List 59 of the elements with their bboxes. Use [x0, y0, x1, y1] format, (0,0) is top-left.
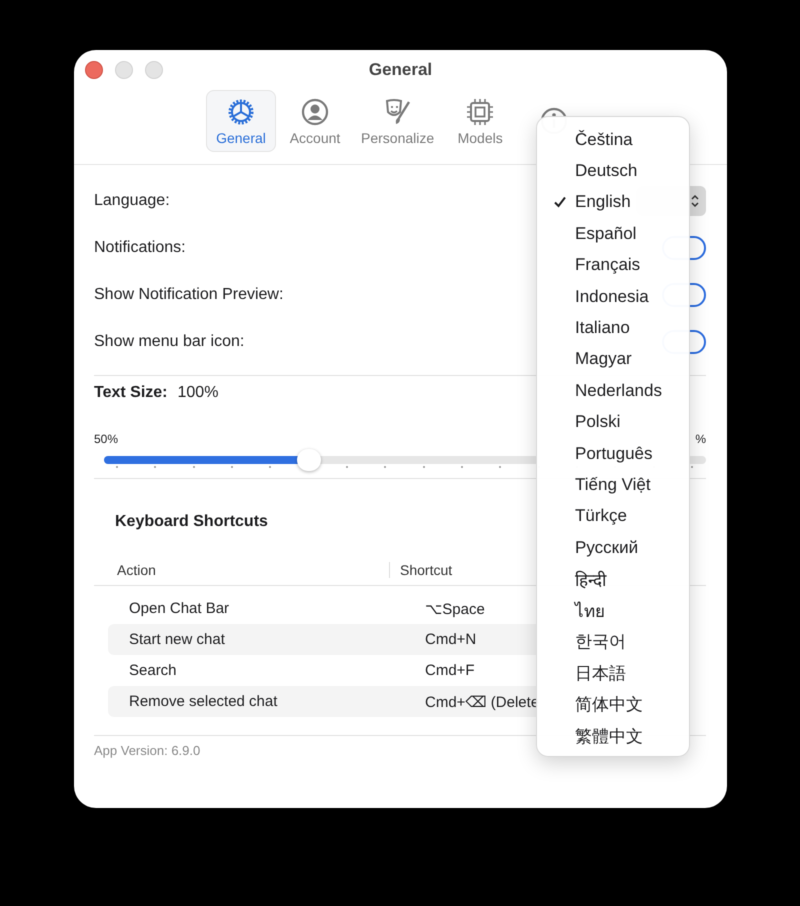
table-cell: Cmd+⌫ (Delete	[425, 692, 540, 710]
person-icon	[299, 96, 331, 128]
tick-mark	[230, 466, 233, 468]
table-cell: Cmd+N	[425, 631, 476, 648]
tick-mark	[499, 466, 502, 468]
toolbar-tab[interactable]: Account	[280, 90, 350, 152]
tick-mark	[116, 466, 118, 468]
toolbar-tab[interactable]: Models	[445, 90, 516, 152]
column-header[interactable]: Action	[94, 562, 390, 578]
slider-thumb[interactable]	[296, 449, 321, 471]
menu-item[interactable]: Deutsch	[537, 155, 689, 187]
menu-item[interactable]: Indonesia	[537, 280, 689, 312]
setting-label: Show menu bar icon:	[94, 332, 244, 350]
table-cell: ⌥Space	[425, 600, 485, 618]
table-cell-text: Start new chat	[129, 631, 226, 648]
version-text: App Version: 6.9.0	[94, 743, 202, 758]
table-cell: Cmd+F	[425, 662, 475, 679]
tick-mark	[422, 466, 425, 468]
menu-item[interactable]: Türkçe	[537, 500, 689, 532]
menu-item[interactable]: Français	[537, 250, 689, 281]
close-button[interactable]	[85, 61, 103, 79]
tick-mark	[460, 466, 463, 468]
menu-item[interactable]: Español	[537, 218, 689, 250]
menu-item[interactable]: हिन्दी	[537, 563, 689, 595]
tick-mark	[346, 466, 348, 468]
text-size-label: Text Size:	[94, 384, 168, 402]
setting-label: Language:	[94, 192, 170, 210]
setting-label: Notifications:	[94, 238, 186, 256]
table-cell-text: Remove selected chat	[129, 693, 278, 710]
tick-mark	[690, 466, 693, 468]
window-title: General	[368, 60, 432, 80]
tick-mark	[154, 466, 156, 468]
tick-mark	[384, 466, 386, 468]
toolbar-tab[interactable]: Personalize	[354, 90, 442, 152]
menu-item[interactable]: Tiếng Việt	[537, 469, 689, 501]
slider-max-label: %	[695, 432, 706, 446]
chevron-icon	[690, 192, 700, 208]
minimize-button[interactable]	[115, 61, 133, 79]
menu-item[interactable]: Português	[537, 438, 689, 470]
text-size-value: 100%	[178, 384, 218, 402]
menu-item[interactable]: English	[537, 186, 689, 218]
menu-item[interactable]: Italiano	[537, 312, 689, 344]
tick-mark	[192, 466, 195, 468]
menu-item[interactable]: ไทย	[537, 594, 689, 626]
setting-label: Show Notification Preview:	[94, 286, 284, 304]
column-header[interactable]: Shortcut	[390, 562, 452, 578]
slider-min-label: 50%	[94, 432, 118, 446]
menu-item[interactable]: 繁體中文	[537, 720, 689, 752]
menu-item[interactable]: Polski	[537, 406, 689, 438]
menu-item[interactable]: Magyar	[537, 344, 689, 376]
menu-item[interactable]: Čeština	[537, 124, 689, 156]
toolbar-tab[interactable]: General	[206, 90, 276, 152]
section-title: Keyboard Shortcuts	[115, 513, 268, 531]
menu-item[interactable]: Nederlands	[537, 375, 689, 407]
menu-item[interactable]: Русский	[537, 532, 689, 564]
table-cell-text: Search	[129, 662, 178, 679]
zoom-button[interactable]	[145, 61, 163, 79]
tick-mark	[269, 466, 272, 468]
table-cell-text: Open Chat Bar	[129, 600, 230, 617]
